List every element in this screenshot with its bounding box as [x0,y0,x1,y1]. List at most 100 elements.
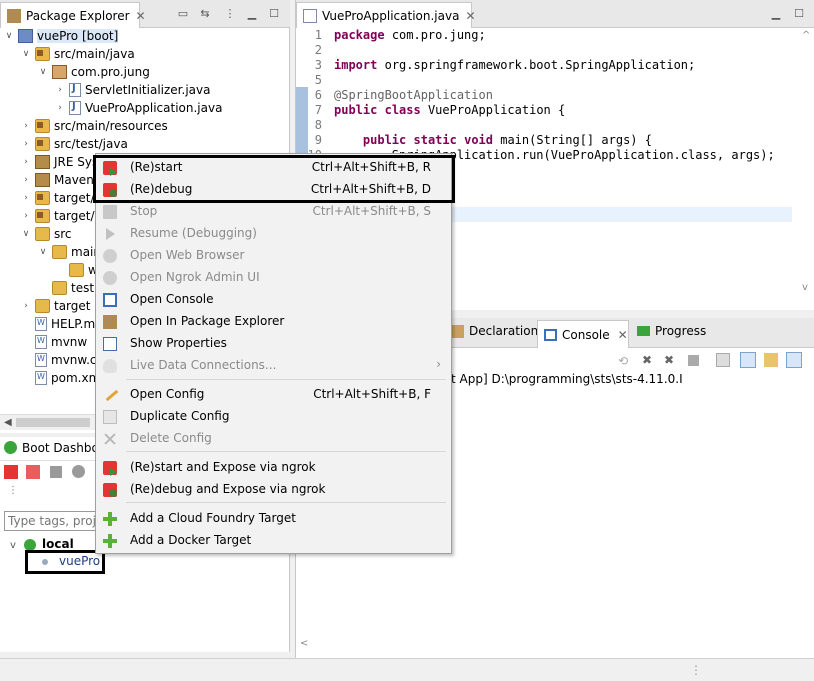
tab-vueproapplication[interactable]: VueProApplication.java ✕ [296,2,476,28]
expand-twisty-icon[interactable]: › [21,301,31,311]
expand-twisty-icon[interactable]: › [21,157,31,167]
expand-twisty-icon[interactable]: › [21,139,31,149]
expand-twisty-icon[interactable]: ∨ [21,49,31,59]
maximize-icon[interactable]: ☐ [791,6,807,22]
stop-icon[interactable] [50,466,62,478]
menu-item-re-debug[interactable]: (Re)debug Ctrl+Alt+Shift+B, D [96,179,451,201]
code-line: public static void main(String[] args) { [362,133,652,147]
expand-twisty-icon[interactable]: v [10,540,16,551]
expand-twisty-icon[interactable]: › [21,175,31,185]
tree-item-src-main-java[interactable]: ∨ src/main/java [21,45,135,63]
tree-item-maven[interactable]: › Maven [21,171,94,189]
tab-package-explorer[interactable]: Package Explorer ✕ [0,2,146,28]
start-icon[interactable] [4,465,18,479]
tree-item-target[interactable]: › target [21,297,91,315]
menu-item-show-properties[interactable]: Show Properties [96,333,451,355]
tree-item-com-pro-jung[interactable]: ∨ com.pro.jung [38,63,150,81]
minimize-icon[interactable]: ▁ [244,6,260,22]
expand-twisty-icon[interactable]: › [21,121,31,131]
scroll-lock-icon[interactable] [740,352,756,368]
close-icon[interactable]: ✕ [465,9,475,23]
boot-dashboard-tab-label[interactable]: Boot Dashbo [22,441,99,455]
expand-twisty-icon[interactable]: › [55,103,65,113]
tree-item-vuepro-boot[interactable]: ∨ vuePro [boot] [4,27,119,45]
code-line: @SpringBootApplication [334,88,493,102]
menu-separator [126,451,446,452]
minimize-icon[interactable]: ▁ [768,6,784,22]
menu-item-open-config[interactable]: Open Config Ctrl+Alt+Shift+B, F [96,384,451,406]
expand-twisty-icon[interactable]: › [21,193,31,203]
menu-item-label: (Re)start [130,160,183,174]
app-status-icon [42,559,48,565]
close-icon[interactable]: ✕ [618,328,628,342]
view-menu-icon[interactable]: ⋮ [222,6,238,22]
tree-item-target-g[interactable]: › target/g [21,189,102,207]
line-number: 8 [314,118,322,132]
menu-item-live-data-connections: Live Data Connections... › [96,355,451,377]
menu-item-re-start[interactable]: (Re)start Ctrl+Alt+Shift+B, R [96,157,451,179]
tree-item-label: src [54,227,72,241]
local-group-label[interactable]: local [42,537,74,551]
tab-progress[interactable]: Progress [637,324,706,338]
expand-twisty-icon[interactable]: › [55,85,65,95]
tab-console[interactable]: Console ✕ [537,320,629,348]
tree-item-mvnw-c[interactable]: mvnw.c [21,351,97,369]
tree-item-help-m[interactable]: HELP.m [21,315,95,333]
menu-item-duplicate-config[interactable]: Duplicate Config [96,406,451,428]
stop-icon[interactable] [688,355,699,366]
scroll-up-icon[interactable]: ^ [802,30,810,41]
delete-icon [103,432,117,446]
terminate-icon[interactable]: ✖ [642,353,656,367]
scroll-left-icon[interactable]: < [300,638,308,649]
view-menu-icon[interactable]: ⋮ [8,485,18,496]
show-on-output-icon[interactable] [764,353,778,367]
remove-all-icon[interactable]: ✖ [664,353,678,367]
debug-icon[interactable] [26,465,40,479]
expand-twisty-icon[interactable]: › [21,211,31,221]
menu-item-re-start-and-expose-via-ngrok[interactable]: (Re)start and Expose via ngrok [96,457,451,479]
tree-item-target-g[interactable]: › target/g [21,207,102,225]
pin-console-icon[interactable] [786,352,802,368]
link-with-editor-icon[interactable]: ⇆ [197,6,213,22]
expand-twisty-icon[interactable]: ∨ [38,67,48,77]
maximize-icon[interactable]: ☐ [266,6,282,22]
tree-item-src-test-java[interactable]: › src/test/java [21,135,128,153]
console-icon [544,328,557,341]
tree-item-jre-syst[interactable]: › JRE Syst [21,153,103,171]
tree-item-w[interactable]: w [55,261,98,279]
menu-item-label: Show Properties [130,336,227,350]
link-icon[interactable]: ⟲ [618,354,632,368]
tree-item-test[interactable]: test [38,279,94,297]
scroll-down-icon[interactable]: v [802,282,808,293]
open-browser-icon[interactable] [72,465,85,478]
menu-item-re-debug-and-expose-via-ngrok[interactable]: (Re)debug and Expose via ngrok [96,479,451,501]
close-icon[interactable]: ✕ [136,9,146,23]
expand-twisty-icon[interactable]: ∨ [4,31,14,41]
collapse-all-icon[interactable]: ▭ [175,6,191,22]
menu-item-open-in-package-explorer[interactable]: Open In Package Explorer [96,311,451,333]
scrollbar-thumb[interactable] [16,418,90,427]
menu-separator [126,502,446,503]
tree-item-src[interactable]: ∨ src [21,225,72,243]
progress-icon [637,326,650,336]
vuepro-app-row[interactable]: vuePro [25,550,105,574]
clear-console-icon[interactable] [716,353,730,367]
code-line: package com.pro.jung; [334,28,486,42]
menu-item-open-console[interactable]: Open Console [96,289,451,311]
code-line: import org.springframework.boot.SpringAp… [334,58,696,72]
tree-item-pom-xm[interactable]: pom.xm [21,369,100,387]
filter-tags-input[interactable] [4,511,104,531]
tree-item-servletinitializer-java[interactable]: › ServletInitializer.java [55,81,210,99]
scroll-left-icon[interactable]: ◀ [4,417,12,428]
vertical-scrollbar[interactable]: ^ v [798,28,814,300]
tree-item-src-main-resources[interactable]: › src/main/resources [21,117,168,135]
menu-item-add-a-cloud-foundry-target[interactable]: Add a Cloud Foundry Target [96,508,451,530]
tree-item-mvnw[interactable]: mvnw [21,333,87,351]
tree-item-vueproapplication-java[interactable]: › VueProApplication.java [55,99,222,117]
menu-item-add-a-docker-target[interactable]: Add a Docker Target [96,530,451,552]
editor-tabbar: VueProApplication.java ✕ ▁ ☐ [296,0,814,28]
tree-item-main[interactable]: ∨ main [38,243,101,261]
expand-twisty-icon[interactable]: ∨ [21,229,31,239]
tab-declaration[interactable]: Declaration [451,324,538,338]
expand-twisty-icon[interactable]: ∨ [38,247,48,257]
